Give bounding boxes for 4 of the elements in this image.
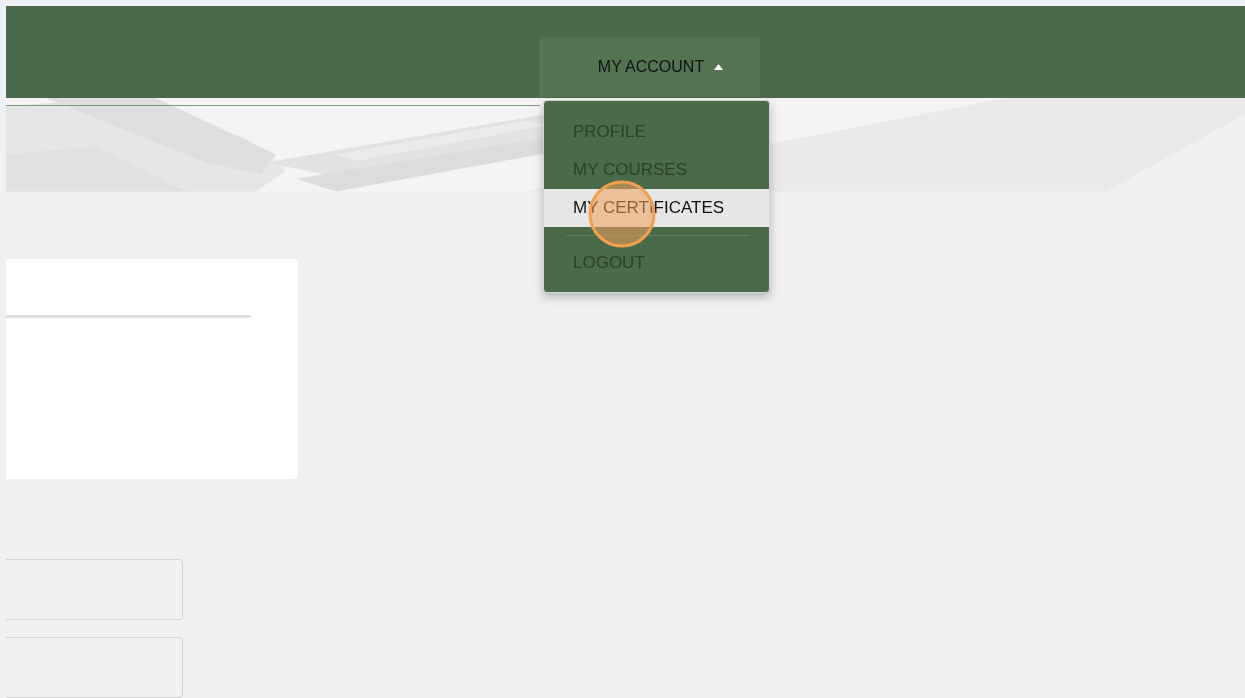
input-field[interactable] <box>6 559 183 620</box>
my-account-button[interactable]: MY ACCOUNT <box>540 36 760 97</box>
caret-icon <box>714 63 724 70</box>
input-field[interactable] <box>6 637 183 698</box>
